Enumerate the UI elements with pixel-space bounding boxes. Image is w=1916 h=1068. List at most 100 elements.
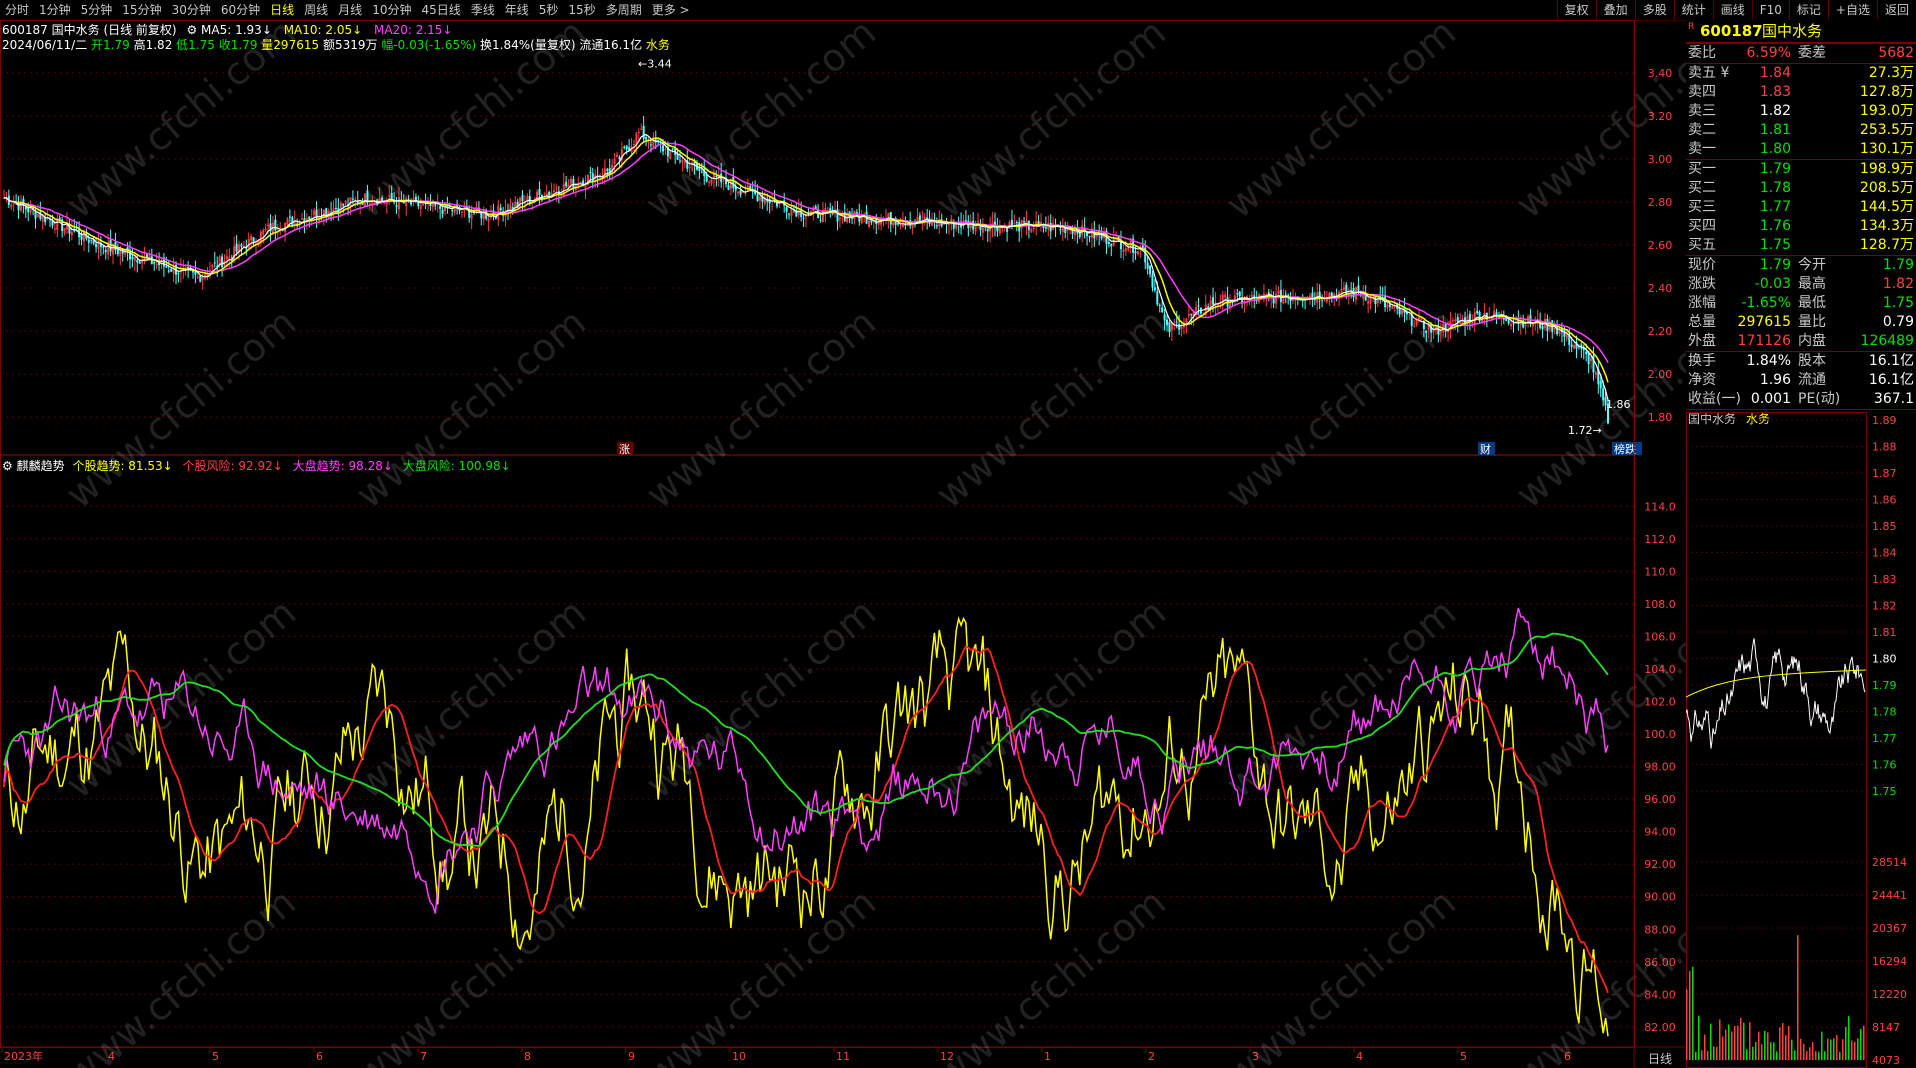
ask-row-1-label: 卖四 (1688, 84, 1716, 100)
period-tab-5[interactable]: 60分钟 (216, 0, 265, 20)
period-tab-13[interactable]: 5秒 (534, 0, 564, 20)
period-tab-15[interactable]: 多周期 (601, 0, 647, 20)
candle-body (710, 179, 713, 184)
stat2-row-1-value2: 16.1亿 (1868, 372, 1914, 388)
candle-body (36, 214, 39, 218)
period-tab-3[interactable]: 15分钟 (117, 0, 166, 20)
period-tab-4[interactable]: 30分钟 (167, 0, 216, 20)
event-tag[interactable]: 榜跌 (1612, 442, 1642, 456)
candle-body (402, 202, 405, 204)
mini-price-line (1686, 638, 1866, 749)
indicator-tick: 110.0 (1644, 565, 1676, 578)
svg-text:www.cfchi.com: www.cfchi.com (58, 20, 305, 227)
candle-body (1439, 332, 1442, 334)
date-tick: 2023年 (4, 1049, 43, 1063)
mini-price-tick: 1.87 (1872, 467, 1897, 480)
mini-volume-tick: 8147 (1872, 1021, 1900, 1034)
mini-volume-tick: 24441 (1872, 889, 1907, 902)
mini-intraday-chart[interactable]: 1.89 1.88 1.87 1.86 1.85 1.84 1.83 1.82 1.81 1.80… (1686, 412, 1916, 1068)
period-tab-7[interactable]: 周线 (299, 0, 333, 20)
candle-body (679, 160, 682, 162)
candle-body (918, 215, 921, 222)
candle-body (225, 256, 228, 260)
date-tick: 5 (212, 1050, 219, 1063)
period-tab-16[interactable]: 更多 > (647, 0, 695, 20)
recent-mark: 1.86 (1606, 398, 1631, 411)
toolbar-button-1[interactable]: 叠加 (1595, 0, 1635, 20)
period-tab-8[interactable]: 月线 (333, 0, 367, 20)
date-tick: 2 (1148, 1050, 1155, 1063)
candle-body (422, 202, 425, 206)
candle-body (252, 237, 255, 243)
candle-body (451, 210, 454, 212)
candle-body (419, 205, 422, 209)
candle-body (1541, 326, 1544, 330)
ask-row-3-label: 卖二 (1688, 122, 1716, 138)
period-tab-2[interactable]: 5分钟 (76, 0, 118, 20)
period-tab-9[interactable]: 10分钟 (367, 0, 416, 20)
candle-body (1030, 228, 1033, 232)
toolbar-button-6[interactable]: 标记 (1788, 0, 1828, 20)
quote-panel: R 600187 国中水务 委比 6.59% 委差 5682 卖五 ¥ 1.84 2… (1686, 20, 1916, 428)
mini-volume-bar (1791, 1039, 1793, 1060)
candle-body (286, 218, 289, 226)
stat-row-2: 涨幅 -1.65% 最低 1.75 (1686, 294, 1916, 313)
candle-body (1212, 297, 1215, 305)
mini-volume-bar (1746, 1049, 1748, 1060)
candle-body (1301, 300, 1304, 302)
toolbar-button-8[interactable]: 返回 (1876, 0, 1916, 20)
mini-volume-bar (1755, 1042, 1757, 1060)
period-tab-14[interactable]: 15秒 (563, 0, 600, 20)
candle-body (1023, 221, 1026, 223)
period-tab-11[interactable]: 季线 (466, 0, 500, 20)
candle-body (637, 131, 640, 133)
mini-volume-bar (1794, 1050, 1796, 1060)
toolbar-button-5[interactable]: F10 (1751, 0, 1789, 20)
stat-row-0-value: 1.79 (1759, 257, 1791, 273)
candle-body (1507, 320, 1510, 324)
candle-body (739, 190, 742, 195)
toolbar-button-4[interactable]: 画线 (1712, 0, 1752, 20)
candle-body (155, 263, 158, 266)
period-tab-1[interactable]: 1分钟 (34, 0, 76, 20)
candle-body (10, 204, 13, 208)
candle-body (1224, 294, 1227, 298)
toolbar-button-2[interactable]: 多股 (1634, 0, 1674, 20)
mini-price-tick: 1.82 (1872, 600, 1897, 613)
candle-body (1187, 314, 1190, 317)
mini-volume-tick: 28514 (1872, 856, 1907, 869)
toolbar-button-7[interactable]: +自选 (1827, 0, 1877, 20)
candle-body (1418, 317, 1421, 320)
candle-body (1413, 325, 1416, 327)
candle-body (487, 218, 490, 222)
svg-text:www.cfchi.com: www.cfchi.com (1218, 880, 1465, 1068)
ask-row-0: 卖五 ¥ 1.84 27.3万 (1686, 64, 1916, 83)
candle-body (1161, 307, 1164, 313)
candle-body (1044, 226, 1047, 229)
weibi-label: 委比 (1688, 45, 1716, 61)
event-tag[interactable]: 涨 (617, 442, 634, 456)
period-tab-10[interactable]: 45日线 (416, 0, 465, 20)
period-tab-6[interactable]: 日线 (265, 0, 299, 20)
event-tag[interactable]: 财 (1478, 442, 1495, 456)
kline-chart[interactable]: 3.403.203.002.802.602.402.202.001.80114.… (0, 20, 1686, 1068)
mini-volume-bar (1797, 935, 1799, 1060)
svg-text:www.cfchi.com: www.cfchi.com (348, 20, 595, 227)
mini-volume-bar (1725, 1029, 1727, 1060)
ask-row-0-value: 1.84 (1759, 65, 1791, 81)
candle-body (521, 194, 524, 201)
candle-body (1238, 291, 1241, 297)
stats-list: 现价 1.79 今开 1.79 涨跌 -0.03 最高 1.82 涨幅 -1.65% 最低 1.75 总… (1686, 255, 1916, 351)
mini-volume-bar (1743, 1022, 1745, 1060)
candle-body (538, 189, 541, 196)
candle-body (744, 192, 747, 194)
mini-volume-bar (1728, 1024, 1730, 1060)
toolbar-button-0[interactable]: 复权 (1556, 0, 1596, 20)
indicator-tick: 94.00 (1644, 826, 1676, 839)
stat-row-0: 现价 1.79 今开 1.79 (1686, 256, 1916, 275)
mini-price-tick: 1.86 (1872, 494, 1897, 507)
period-tab-0[interactable]: 分时 (0, 0, 34, 20)
period-tab-12[interactable]: 年线 (500, 0, 534, 20)
candle-body (12, 203, 15, 205)
date-tick: 1 (1044, 1050, 1051, 1063)
